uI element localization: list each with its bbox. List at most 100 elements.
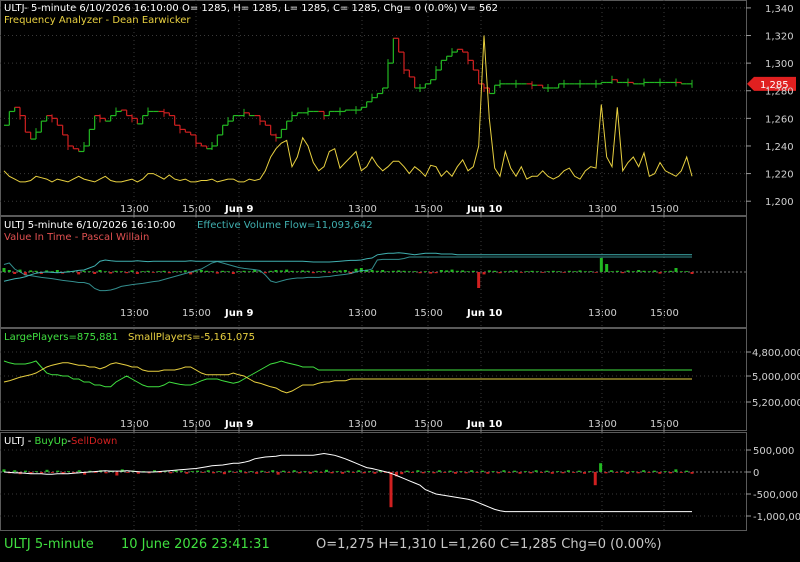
buyup-bar: [593, 472, 597, 486]
buyup-bar: [77, 470, 81, 472]
evf-bar: [615, 270, 619, 272]
evf-bar: [183, 270, 187, 272]
buyup-bar: [626, 472, 629, 474]
evf-bar: [274, 270, 278, 272]
evf-bar: [194, 271, 198, 272]
buyup-bar: [674, 469, 678, 472]
buyup-bar: [239, 470, 242, 472]
buyup-bar: [104, 472, 108, 474]
evf-bar: [599, 258, 603, 272]
panel-4-title: ULTJ - BuyUp-SellDown: [4, 436, 117, 447]
evf-bar: [621, 272, 625, 274]
evf-bar: [557, 271, 561, 272]
small-players-line: [3, 362, 692, 394]
buyup-bar: [669, 472, 672, 474]
time-label: 15:00: [182, 308, 211, 319]
buyup-bar: [389, 472, 393, 508]
evf-bar: [311, 272, 315, 274]
evf-bar: [439, 270, 443, 272]
buyup-bar: [636, 472, 640, 474]
evf-bar: [295, 271, 299, 272]
evf-bar: [653, 270, 657, 272]
y-label-buyup: -500,000: [753, 490, 798, 501]
evf-bar: [205, 270, 209, 272]
buyup-bar: [222, 472, 226, 475]
buyup-bar: [534, 470, 538, 472]
buyup-bar: [325, 469, 328, 472]
evf-bar: [482, 272, 486, 275]
buyup-bar: [255, 472, 259, 474]
buyup-bar: [260, 470, 264, 472]
evf-bar: [226, 271, 230, 272]
evf-bar: [519, 272, 523, 273]
buyup-bar: [368, 471, 371, 472]
buyup-bar: [475, 472, 479, 473]
evf-bar: [498, 272, 502, 274]
players-panel: [3, 360, 692, 394]
buyup-bar: [298, 472, 302, 474]
evf-bar: [146, 270, 150, 272]
evf-bar: [461, 270, 465, 272]
y-label-price: 1,240: [765, 142, 794, 153]
y-label-players: 5,000,000: [752, 372, 800, 383]
evf-bar: [82, 270, 86, 272]
buyup-bar: [464, 472, 468, 474]
buyup-bar: [228, 470, 232, 472]
buyup-bar: [647, 472, 651, 473]
evf-bar: [605, 264, 609, 272]
buyup-bar: [190, 471, 194, 472]
buyup-bar: [685, 470, 689, 472]
buyup-bar: [556, 471, 560, 472]
panel-3-large-label: LargePlayers=875,881: [4, 332, 118, 343]
evf-bar: [626, 270, 630, 272]
evf-bar: [418, 272, 422, 274]
buyup-selldown-panel: [2, 452, 694, 513]
evf-bar: [663, 271, 667, 272]
evf-bar: [647, 271, 651, 272]
buyup-bar: [362, 472, 366, 474]
evf-bar: [637, 270, 641, 272]
evf-bar: [477, 272, 481, 288]
evf-bar: [290, 270, 294, 272]
evf-bar: [679, 271, 683, 272]
evf-bar: [119, 271, 123, 272]
evf-bar: [658, 272, 662, 274]
buyup-bar: [282, 470, 285, 472]
buyup-bar: [115, 472, 119, 476]
buyup-bar: [480, 470, 484, 472]
evf-bar: [2, 268, 6, 272]
evf-bar: [669, 270, 673, 272]
buyup-bar: [491, 471, 495, 472]
time-label: Jun 9: [224, 308, 253, 319]
panel-1-subtitle: Frequency Analyzer - Dean Earwicker: [4, 15, 191, 26]
evf-bar: [157, 271, 161, 272]
evf-bar: [125, 272, 129, 274]
evf-bar: [135, 272, 139, 274]
evf-bar: [29, 270, 33, 272]
evf-bar: [13, 272, 17, 274]
y-label-price: 1,200: [765, 197, 794, 208]
buyup-bar: [126, 472, 130, 473]
time-label: Jun 10: [466, 419, 502, 430]
buyup-bar: [448, 470, 452, 472]
evf-bar: [471, 270, 475, 272]
buyup-bar: [271, 470, 275, 472]
evf-bar: [567, 270, 571, 272]
evf-bar: [631, 271, 635, 272]
evf-bar: [215, 272, 219, 274]
y-label-price: 1,300: [765, 59, 794, 70]
evf-bar: [541, 272, 545, 273]
buyup-bar: [169, 472, 173, 474]
evf-bar: [397, 270, 401, 272]
evf-bar: [386, 271, 390, 272]
status-ohlc: O=1,275 H=1,310 L=1,260 C=1,285 Chg=0 (0…: [316, 537, 662, 552]
large-players-line: [3, 360, 692, 388]
y-label-buyup: 500,000: [753, 446, 794, 457]
evf-bar: [642, 270, 646, 272]
status-bar: ULTJ 5-minute 10 June 2026 23:41:31 O=1,…: [0, 532, 800, 562]
evf-bar: [546, 271, 550, 272]
evf-bar: [333, 270, 337, 272]
evf-bar: [407, 271, 411, 272]
buyup-bar: [136, 472, 140, 474]
buyup-bar: [507, 472, 511, 473]
